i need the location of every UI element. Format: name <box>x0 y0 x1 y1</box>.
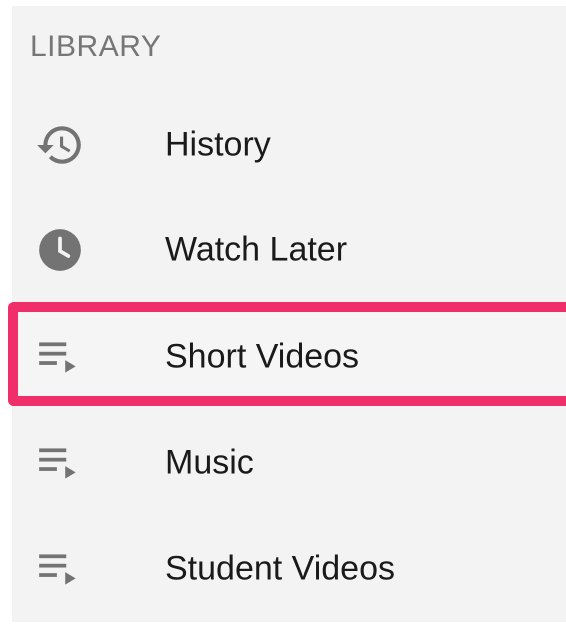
sidebar-item-label: Watch Later <box>165 230 348 269</box>
sidebar-item-short-videos[interactable]: Short Videos <box>8 302 566 410</box>
clock-icon <box>32 222 88 278</box>
sidebar-item-watch-later[interactable]: Watch Later <box>12 197 566 303</box>
sidebar-item-label: Student Videos <box>165 549 395 588</box>
playlist-icon <box>32 435 88 491</box>
sidebar-item-label: Short Videos <box>165 337 360 376</box>
sidebar-item-label: Music <box>165 443 254 482</box>
sidebar-item-student-videos[interactable]: Student Videos <box>12 516 566 622</box>
playlist-icon <box>32 541 88 597</box>
sidebar-item-label: History <box>165 125 271 164</box>
playlist-icon <box>32 329 88 385</box>
section-title: LIBRARY <box>30 30 162 63</box>
sidebar-item-history[interactable]: History <box>12 92 566 198</box>
library-sidebar-section: LIBRARY History Watch Later Short Videos… <box>8 6 566 622</box>
history-icon <box>32 117 88 173</box>
sidebar-item-music[interactable]: Music <box>12 410 566 516</box>
